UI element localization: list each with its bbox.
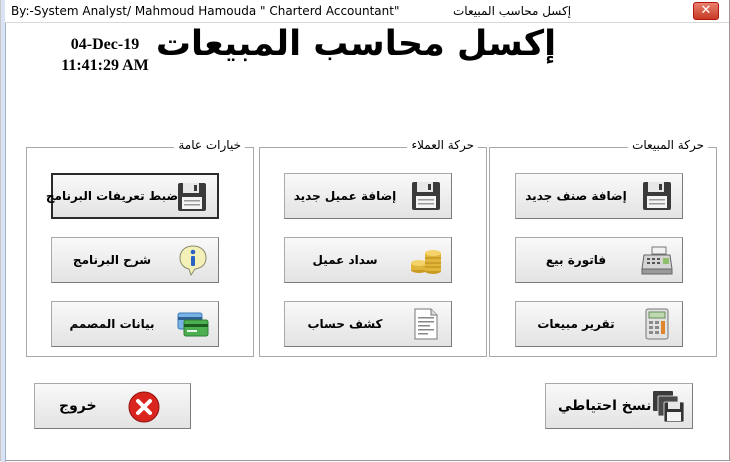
page-title: إكسل محاسب المبيعات [155, 24, 557, 64]
window-close-button[interactable]: ✕ [693, 2, 719, 20]
program-explanation-button[interactable]: شرح البرنامج [51, 237, 219, 283]
button-label: إضافة صنف جديد [525, 189, 627, 203]
exit-label: خروج [59, 398, 97, 414]
customer-payment-button[interactable]: سداد عميل [284, 237, 452, 283]
group-title-general: خيارات عامة [174, 138, 245, 152]
add-item-button[interactable]: إضافة صنف جديد [515, 173, 683, 219]
exit-button[interactable]: خروج [34, 383, 191, 429]
sales-movement-group: حركة المبيعات إضافة صنف جديد فاتورة بيع … [489, 138, 717, 357]
credit-cards-icon [176, 307, 210, 341]
calculator-icon [640, 307, 674, 341]
button-label: بيانات المصمم [69, 317, 155, 331]
sales-invoice-button[interactable]: فاتورة بيع [515, 237, 683, 283]
program-settings-button[interactable]: ضبط تعريفات البرنامج [45, 173, 219, 219]
floppy-disk-icon [640, 179, 674, 213]
add-customer-button[interactable]: إضافة عميل جديد [284, 173, 452, 219]
backup-label: نسخ احتياطي [558, 398, 652, 414]
button-label: فاتورة بيع [545, 253, 607, 267]
app-window: By:-System Analyst/ Mahmoud Hamouda " Ch… [0, 0, 730, 462]
button-label: إضافة عميل جديد [293, 189, 397, 203]
button-label: ضبط تعريفات البرنامج [45, 189, 179, 203]
current-time: 11:41:29 AM [61, 57, 149, 74]
title-bar: By:-System Analyst/ Mahmoud Hamouda " Ch… [5, 0, 729, 23]
account-statement-button[interactable]: كشف حساب [284, 301, 452, 347]
document-icon [409, 307, 443, 341]
author-credit: By:-System Analyst/ Mahmoud Hamouda " Ch… [11, 4, 400, 18]
general-options-group: خيارات عامة ضبط تعريفات البرنامج شرح الب… [26, 138, 254, 357]
gold-coins-icon [409, 243, 443, 277]
backup-button[interactable]: نسخ احتياطي [545, 383, 693, 429]
button-label: تقرير مبيعات [537, 317, 615, 331]
window-edge [1, 0, 6, 462]
floppy-disk-icon [409, 179, 443, 213]
customers-movement-group: حركة العملاء إضافة عميل جديد سداد عميل ك… [259, 138, 487, 357]
info-icon [176, 243, 210, 277]
group-title-sales: حركة المبيعات [628, 138, 708, 152]
current-date: 04-Dec-19 [70, 36, 140, 53]
button-label: سداد عميل [312, 253, 378, 267]
button-label: شرح البرنامج [72, 253, 152, 267]
cash-register-icon [640, 243, 674, 277]
exit-x-icon [127, 390, 161, 424]
window-title: إكسل محاسب المبيعات [453, 4, 572, 18]
floppy-disk-icon [175, 180, 209, 214]
button-label: كشف حساب [307, 317, 383, 331]
designer-info-button[interactable]: بيانات المصمم [51, 301, 219, 347]
group-title-customers: حركة العملاء [407, 138, 478, 152]
multiple-floppy-disks-icon [652, 390, 686, 424]
sales-report-button[interactable]: تقرير مبيعات [515, 301, 683, 347]
